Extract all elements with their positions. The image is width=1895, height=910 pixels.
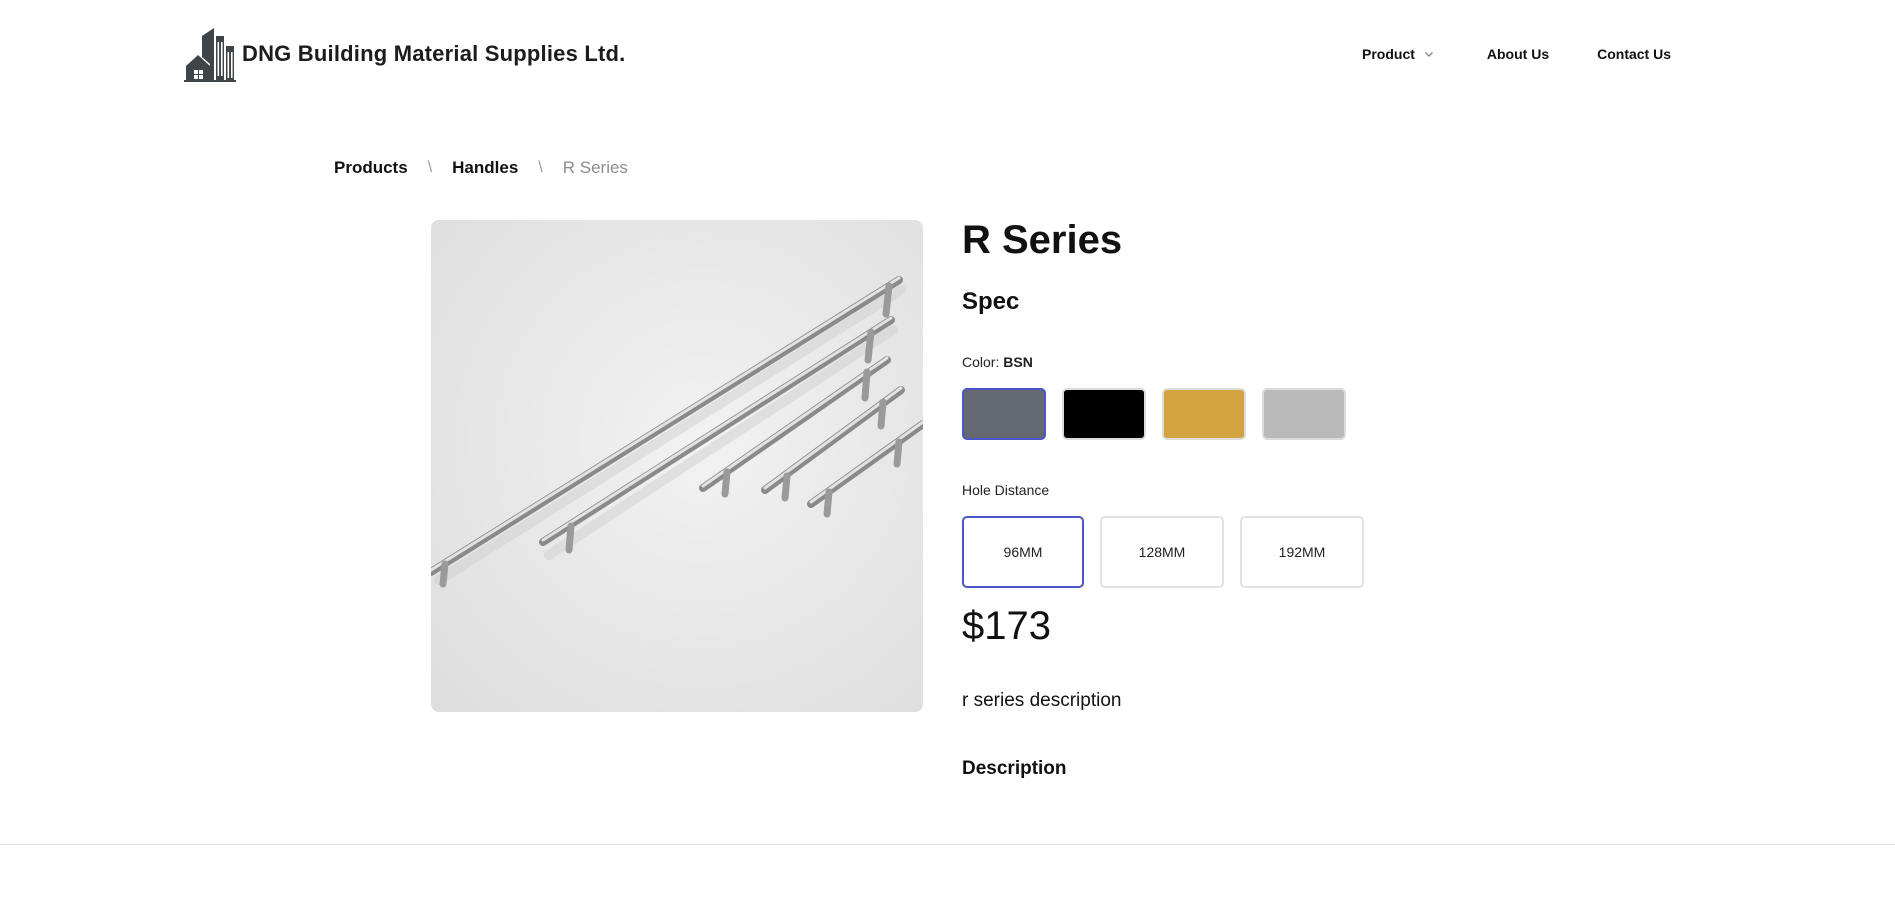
hole-distance-label: Hole Distance (962, 482, 1050, 498)
product-photo (431, 220, 923, 712)
color-label: Color: BSN (962, 354, 1033, 370)
breadcrumb-separator: \ (427, 159, 433, 176)
main-nav: Product About Us Contact Us (1362, 46, 1671, 62)
color-swatches (962, 388, 1362, 440)
color-label-text: Color (962, 354, 996, 370)
nav-item-contact-us[interactable]: Contact Us (1597, 46, 1671, 62)
nav-item-label: About Us (1486, 46, 1550, 62)
description-heading: Description (962, 758, 1067, 779)
product-details: R Series Spec Color: BSN Hole Distance 9… (962, 214, 1482, 779)
product-title: R Series (962, 218, 1123, 262)
chevron-down-icon (1424, 52, 1433, 57)
color-swatch[interactable] (1062, 388, 1146, 440)
footer-divider (0, 844, 1895, 845)
hole-option-192mm[interactable]: 192MM (1240, 516, 1364, 588)
color-swatch[interactable] (1262, 388, 1346, 440)
brand-name: DNG Building Material Supplies Ltd. (242, 41, 626, 66)
breadcrumb-link-products[interactable]: Products (334, 158, 408, 178)
breadcrumb-current: R Series (562, 158, 628, 177)
color-swatch[interactable] (1162, 388, 1246, 440)
nav-item-product[interactable]: Product (1362, 46, 1435, 62)
color-selected-value: BSN (1003, 354, 1033, 370)
short-description: r series description (962, 690, 1122, 711)
hole-option-96mm[interactable]: 96MM (962, 516, 1084, 588)
building-logo-icon (184, 28, 236, 82)
product-image (431, 220, 923, 712)
breadcrumb-separator: \ (538, 159, 543, 176)
site-header: DNG Building Material Supplies Ltd. Prod… (0, 0, 1895, 108)
brand[interactable]: DNG Building Material Supplies Ltd. (184, 26, 625, 82)
hole-distance-options: 96MM 128MM 192MM (962, 516, 1380, 588)
color-swatch[interactable] (962, 388, 1046, 440)
breadcrumb: Products \ Handles \ R Series (334, 158, 628, 178)
breadcrumb-link-handles[interactable]: Handles (452, 158, 518, 178)
nav-item-label: Product (1362, 46, 1415, 62)
nav-item-label: Contact Us (1597, 46, 1672, 62)
hole-option-128mm[interactable]: 128MM (1100, 516, 1224, 588)
nav-item-about-us[interactable]: About Us (1487, 46, 1549, 62)
spec-heading: Spec (962, 288, 1020, 315)
product-price: $173 (962, 604, 1051, 648)
